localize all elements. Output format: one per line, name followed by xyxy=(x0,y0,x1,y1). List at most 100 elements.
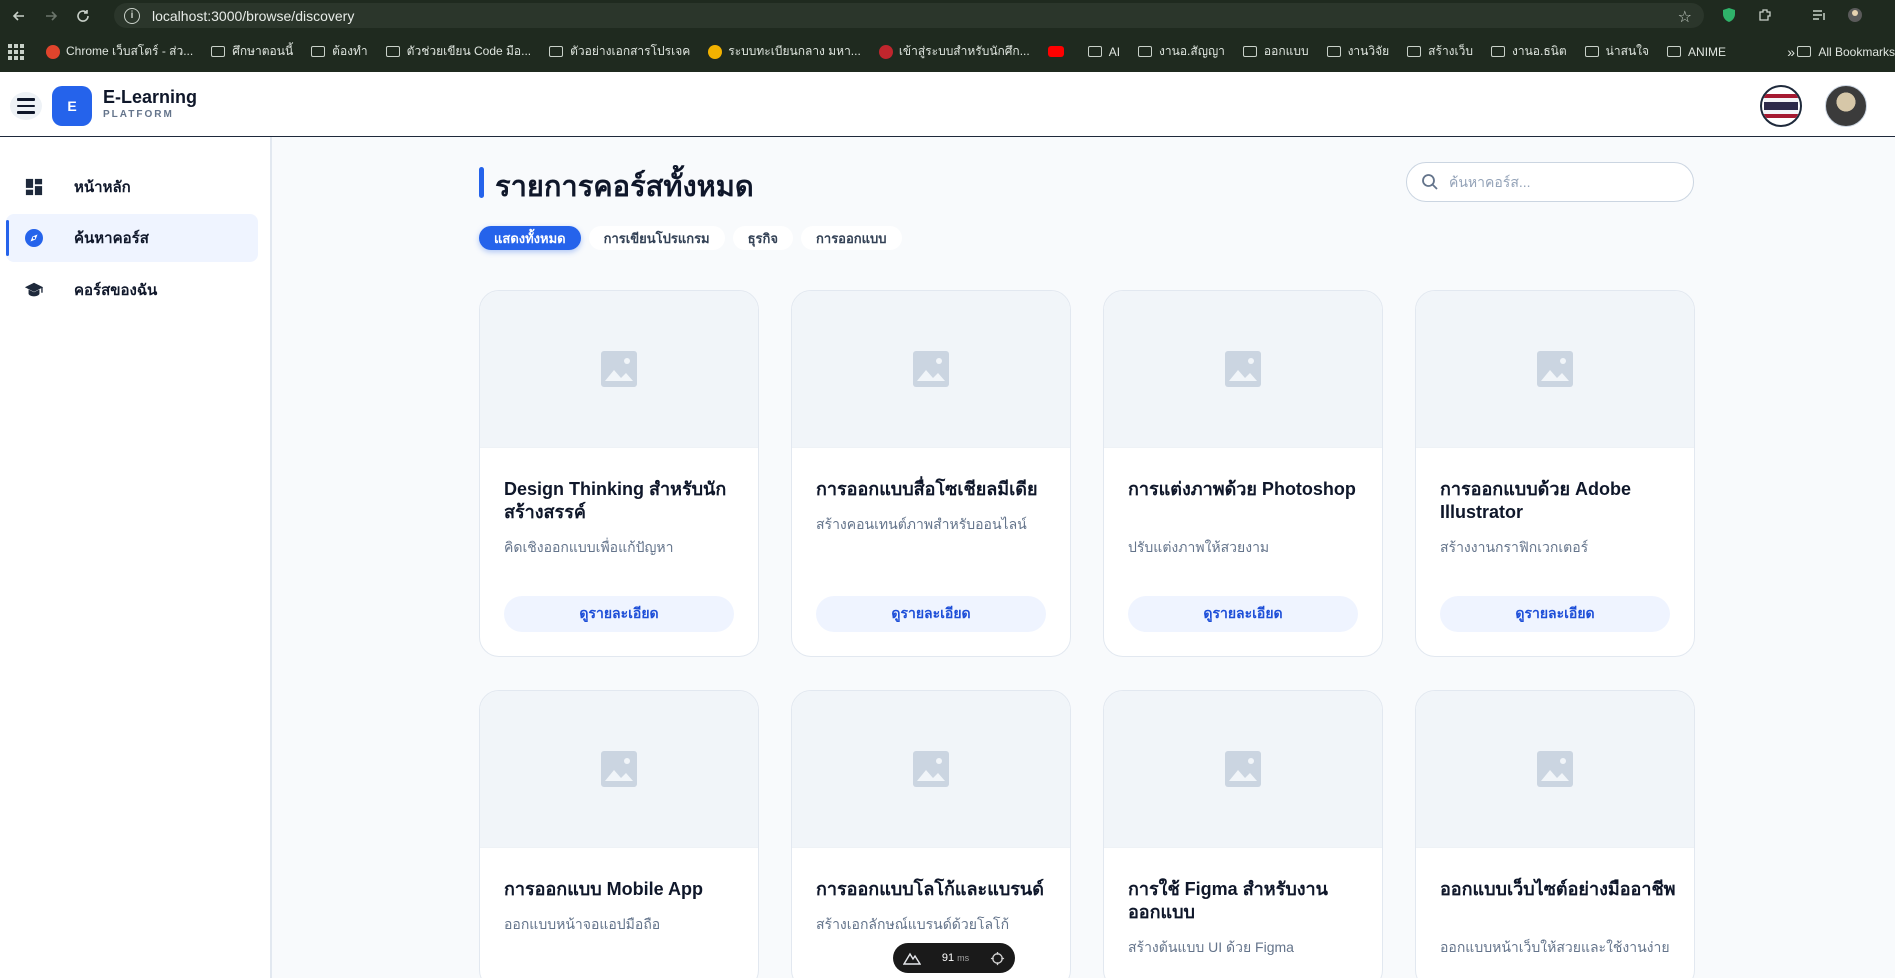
course-thumbnail xyxy=(1416,291,1694,448)
dashboard-icon xyxy=(24,177,44,197)
view-details-button[interactable]: ดูรายละเอียด xyxy=(1440,596,1670,632)
browser-toolbar: i localhost:3000/browse/discovery ☆ xyxy=(0,0,1895,31)
reading-list-icon[interactable] xyxy=(1810,6,1828,24)
brand-name: E-Learning xyxy=(103,87,198,107)
sidebar-item-browse[interactable]: ค้นหาคอร์ส xyxy=(6,214,258,262)
back-icon[interactable] xyxy=(6,3,32,29)
sidebar: หน้าหลัก ค้นหาคอร์ส คอร์สของฉัน xyxy=(0,137,272,978)
folder-icon xyxy=(549,46,564,57)
filter-chip-design[interactable]: การออกแบบ xyxy=(801,226,902,250)
image-placeholder-icon xyxy=(1225,751,1261,787)
bookmark-item[interactable]: เข้าสู่ระบบสำหรับนักศึก... xyxy=(878,42,1030,61)
folder-icon xyxy=(1491,46,1505,57)
logo[interactable]: E xyxy=(52,86,92,126)
image-placeholder-icon xyxy=(913,751,949,787)
course-description: สร้างต้นแบบ UI ด้วย Figma xyxy=(1128,939,1294,955)
bookmark-item[interactable]: ต้องทำ xyxy=(311,42,368,61)
view-details-button[interactable]: ดูรายละเอียด xyxy=(1128,596,1358,632)
folder-icon xyxy=(1667,46,1682,57)
course-thumbnail xyxy=(1104,691,1382,848)
course-card[interactable]: การออกแบบโลโก้และแบรนด์ สร้างเอกลักษณ์แบ… xyxy=(791,690,1071,978)
more-bookmarks-icon[interactable]: » xyxy=(1787,44,1795,60)
view-details-button[interactable]: ดูรายละเอียด xyxy=(504,596,734,632)
bookmark-item[interactable]: งานอ.ธนิต xyxy=(1491,42,1567,61)
reload-icon[interactable] xyxy=(70,3,96,29)
graduation-cap-icon xyxy=(24,280,44,300)
crosshair-icon[interactable] xyxy=(990,951,1005,966)
language-thai-flag-icon[interactable] xyxy=(1760,85,1802,127)
menu-toggle-icon[interactable] xyxy=(10,92,42,120)
bookmark-item[interactable]: ศึกษาตอนนี้ xyxy=(211,42,293,61)
user-avatar[interactable] xyxy=(1825,85,1867,127)
folder-icon xyxy=(1407,46,1422,57)
all-bookmarks-folder[interactable]: All Bookmarks xyxy=(1797,45,1895,59)
bookmark-item[interactable]: Chrome เว็บสโตร์ - ส่ว... xyxy=(46,42,193,61)
bookmark-item[interactable]: ตัวอย่างเอกสารโปรเจค xyxy=(549,42,690,61)
extensions-icon[interactable] xyxy=(1756,6,1774,24)
bookmark-label: ตัวอย่างเอกสารโปรเจค xyxy=(570,44,691,58)
view-details-button[interactable]: ดูรายละเอียด xyxy=(816,596,1046,632)
profile-icon[interactable] xyxy=(1846,6,1864,24)
course-thumbnail xyxy=(792,691,1070,848)
title-accent-bar xyxy=(479,167,484,198)
bookmark-item[interactable]: ออกแบบ xyxy=(1242,42,1309,61)
sidebar-item-home[interactable]: หน้าหลัก xyxy=(6,163,258,211)
course-card[interactable]: ออกแบบเว็บไซต์อย่างมืออาชีพ ออกแบบหน้าเว… xyxy=(1415,690,1695,978)
bookmark-item[interactable]: น่าสนใจ xyxy=(1584,42,1649,61)
course-card[interactable]: การออกแบบ Mobile App ออกแบบหน้าจอแอปมือถ… xyxy=(479,690,759,978)
course-card[interactable]: การใช้ Figma สำหรับงานออกแบบ สร้างต้นแบบ… xyxy=(1103,690,1383,978)
course-title: การแต่งภาพด้วย Photoshop xyxy=(1128,479,1356,499)
course-description: ออกแบบหน้าเว็บให้สวยและใช้งานง่าย xyxy=(1440,939,1670,955)
course-search[interactable] xyxy=(1406,162,1694,202)
bookmark-item[interactable]: งานอ.สัญญา xyxy=(1138,42,1225,61)
image-placeholder-icon xyxy=(1537,751,1573,787)
course-thumbnail xyxy=(792,291,1070,448)
folder-icon xyxy=(1584,46,1599,57)
course-title: การออกแบบ Mobile App xyxy=(504,879,703,899)
folder-icon xyxy=(385,46,400,57)
page-title: รายการคอร์สทั้งหมด xyxy=(495,171,754,203)
sidebar-item-label: ค้นหาคอร์ส xyxy=(74,230,149,247)
folder-icon xyxy=(1138,46,1153,57)
filter-chip-business[interactable]: ธุรกิจ xyxy=(732,226,794,250)
filter-chip-programming[interactable]: การเขียนโปรแกรม xyxy=(588,226,725,250)
course-card[interactable]: การออกแบบสื่อโซเชียลมีเดีย สร้างคอนเทนต์… xyxy=(791,290,1071,657)
address-bar[interactable]: i localhost:3000/browse/discovery ☆ xyxy=(114,3,1704,28)
bookmark-item[interactable]: AI xyxy=(1087,45,1120,59)
bookmark-item[interactable]: งานวิจัย xyxy=(1326,42,1390,61)
nuxt-logo-icon[interactable] xyxy=(903,951,922,965)
site-favicon-icon xyxy=(878,44,893,59)
bookmark-label: ระบบทะเบียนกลาง มหา... xyxy=(728,44,861,58)
bookmark-item[interactable]: ANIME xyxy=(1667,45,1726,59)
bookmark-label: งานอ.ธนิต xyxy=(1512,44,1567,58)
bookmark-label: งานวิจัย xyxy=(1347,44,1390,58)
render-timing: 91 ms xyxy=(942,952,969,964)
bookmark-label: Chrome เว็บสโตร์ - ส่ว... xyxy=(66,44,194,58)
bookmark-item[interactable] xyxy=(1047,46,1070,57)
filter-chip-all[interactable]: แสดงทั้งหมด xyxy=(479,226,581,250)
bookmark-label: ศึกษาตอนนี้ xyxy=(232,44,294,58)
bookmark-item[interactable]: ตัวช่วยเขียน Code มือ... xyxy=(385,42,531,61)
image-placeholder-icon xyxy=(1225,351,1261,387)
sidebar-item-my-courses[interactable]: คอร์สของฉัน xyxy=(6,266,258,314)
app-header: E E-Learning PLATFORM xyxy=(0,72,1895,137)
search-input[interactable] xyxy=(1449,174,1679,190)
shield-extension-icon[interactable] xyxy=(1720,6,1738,24)
course-card[interactable]: การออกแบบด้วย Adobe Illustrator สร้างงาน… xyxy=(1415,290,1695,657)
brand-subtitle: PLATFORM xyxy=(103,109,174,120)
course-title: ออกแบบเว็บไซต์อย่างมืออาชีพ xyxy=(1440,879,1676,899)
dev-tools-bar[interactable]: 91 ms xyxy=(893,943,1015,973)
course-card[interactable]: การแต่งภาพด้วย Photoshop ปรับแต่งภาพให้ส… xyxy=(1103,290,1383,657)
course-description: สร้างงานกราฟิกเวกเตอร์ xyxy=(1440,539,1589,555)
bookmark-star-icon[interactable]: ☆ xyxy=(1678,7,1692,27)
bookmark-item[interactable]: สร้างเว็บ xyxy=(1407,42,1473,61)
folder-icon xyxy=(1326,46,1341,57)
course-thumbnail xyxy=(1104,291,1382,448)
course-card[interactable]: Design Thinking สำหรับนักสร้างสรรค์ คิดเ… xyxy=(479,290,759,657)
bookmark-item[interactable]: ระบบทะเบียนกลาง มหา... xyxy=(708,42,861,61)
apps-grid-icon[interactable] xyxy=(8,43,24,60)
site-info-icon[interactable]: i xyxy=(124,7,140,24)
forward-icon[interactable] xyxy=(38,3,64,29)
youtube-icon xyxy=(1047,46,1064,57)
course-thumbnail xyxy=(480,291,758,448)
